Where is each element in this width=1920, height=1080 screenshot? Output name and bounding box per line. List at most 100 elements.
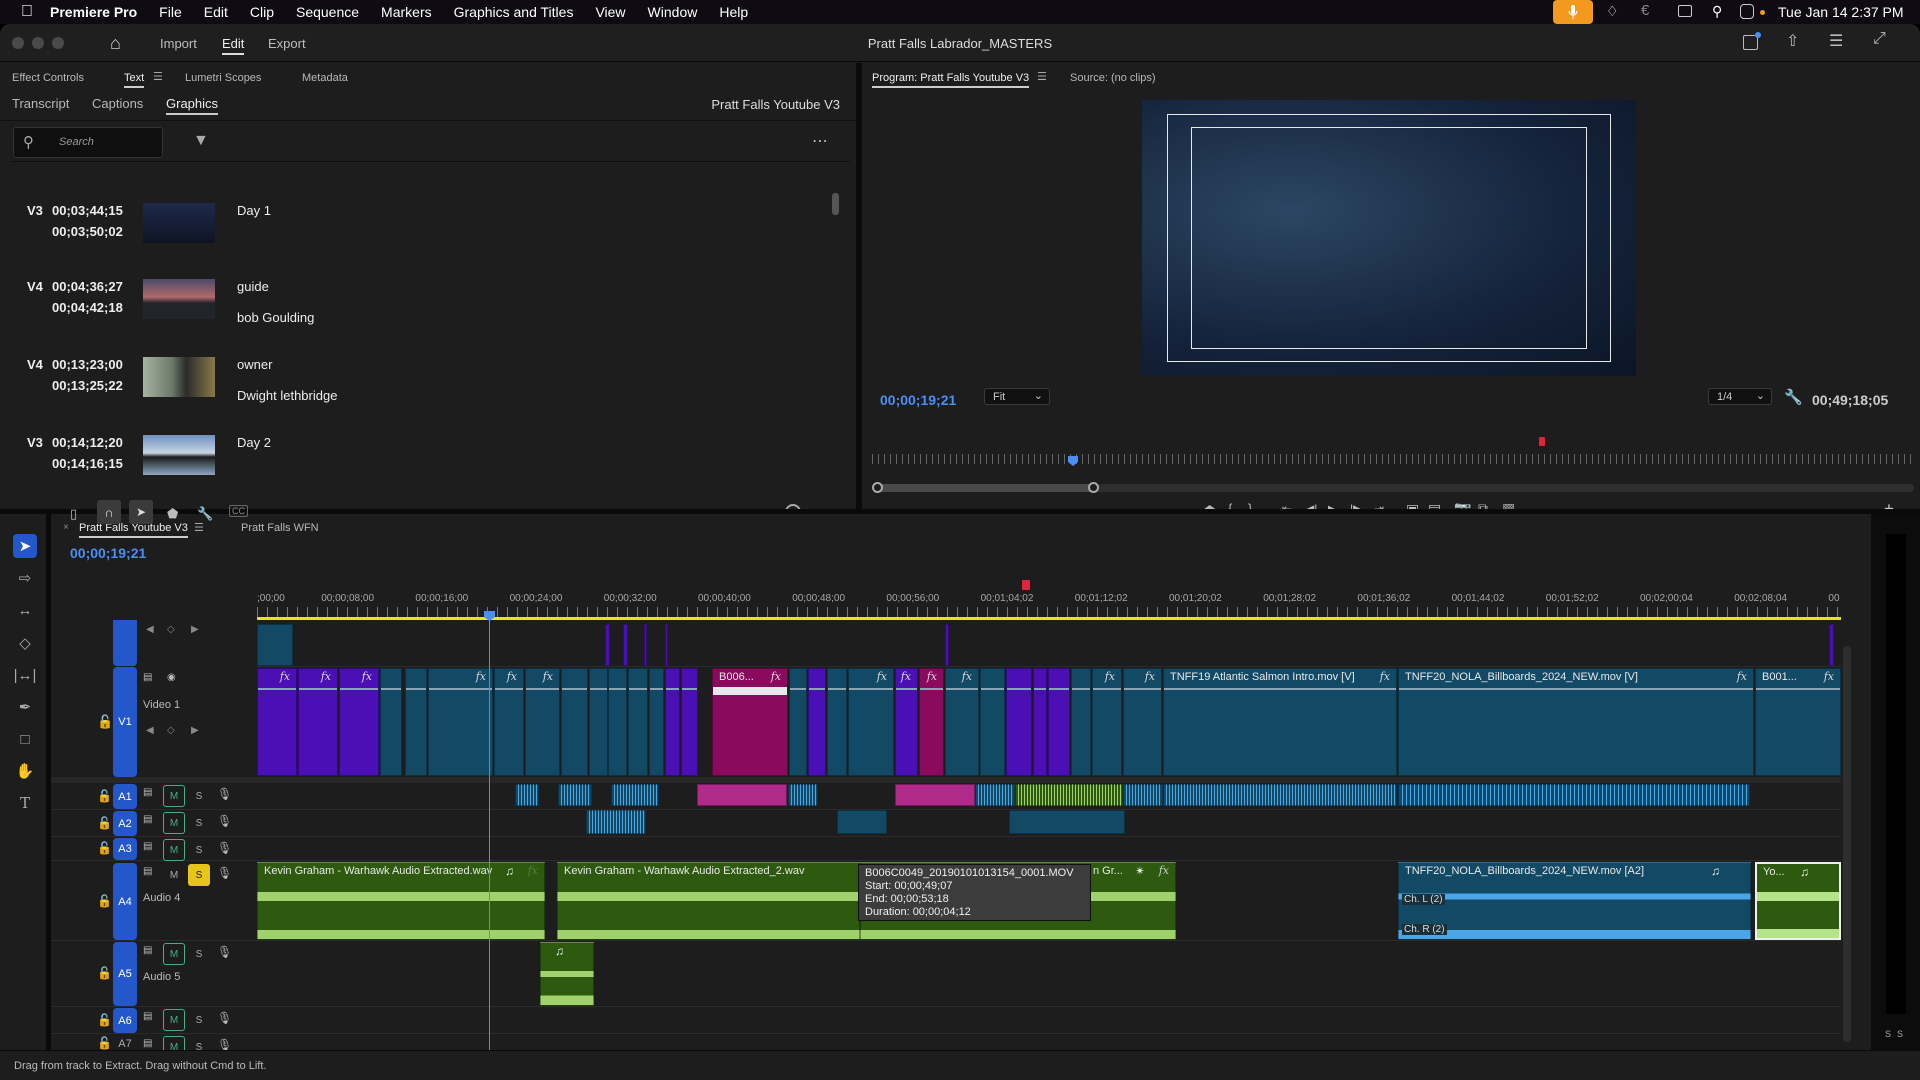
- lock-icon[interactable]: 🔓: [97, 841, 112, 855]
- graphic-item[interactable]: V3 00;03;44;15 00;03;50;02 Day 1: [0, 203, 850, 278]
- clip-v1[interactable]: [808, 668, 826, 776]
- clip-a1[interactable]: [1163, 784, 1397, 806]
- clip-v1[interactable]: [628, 668, 648, 776]
- clip-v1[interactable]: [380, 668, 402, 776]
- hand-tool-icon[interactable]: ✋: [13, 759, 37, 783]
- zoom-level-select[interactable]: Fit ⌄: [984, 388, 1050, 405]
- monitor-playhead[interactable]: [1068, 456, 1078, 466]
- monitor-zoom-scrollbar[interactable]: [872, 482, 1914, 493]
- share-icon[interactable]: ⇧: [1786, 31, 1799, 51]
- sync-lock-icon[interactable]: ▤: [143, 866, 152, 877]
- clip-v1[interactable]: fx: [428, 668, 493, 776]
- sync-lock-icon[interactable]: ▤: [143, 945, 152, 956]
- clip-a5[interactable]: ♫: [540, 942, 594, 1006]
- close-tab-icon[interactable]: ×: [63, 522, 69, 533]
- workspaces-icon[interactable]: ☰: [1829, 31, 1843, 51]
- menu-view[interactable]: View: [595, 4, 625, 20]
- track-select-tool-icon[interactable]: ⇨: [13, 566, 37, 590]
- apple-icon[interactable]: : [21, 3, 33, 21]
- lock-icon[interactable]: 🔓: [97, 966, 112, 980]
- track-target-a2[interactable]: A2: [113, 811, 137, 836]
- settings-wrench-icon[interactable]: 🔧: [1784, 388, 1803, 406]
- lock-icon[interactable]: 🔓: [97, 1013, 112, 1027]
- clip-v1[interactable]: [1071, 668, 1091, 776]
- menu-graphics-and-titles[interactable]: Graphics and Titles: [454, 4, 574, 20]
- clip-v1-b001[interactable]: B001... fx: [1755, 668, 1841, 776]
- timeline-current-timecode[interactable]: 00;00;19;21: [70, 545, 146, 561]
- resolution-select[interactable]: 1/4 ⌄: [1708, 388, 1772, 405]
- sync-lock-icon[interactable]: ▤: [143, 814, 152, 825]
- fullscreen-icon[interactable]: ⤢: [1873, 30, 1886, 48]
- mute-button[interactable]: M: [163, 812, 185, 834]
- add-keyframe-icon[interactable]: ◇: [167, 624, 175, 635]
- lock-icon[interactable]: 🔓: [97, 816, 112, 830]
- timeline-tab-wfn[interactable]: Pratt Falls WFN: [241, 522, 319, 534]
- clip-v1[interactable]: [827, 668, 847, 776]
- graphic-item[interactable]: V3 00;14;12;20 00;14;16;15 Day 2: [0, 435, 850, 510]
- sync-lock-icon[interactable]: ▤: [143, 1011, 152, 1022]
- slip-tool-icon[interactable]: |↔|: [13, 663, 37, 687]
- sync-lock-icon[interactable]: ▤: [143, 841, 152, 852]
- ripple-edit-tool-icon[interactable]: ↔: [13, 598, 37, 622]
- clip-v1[interactable]: fx: [945, 668, 979, 776]
- solo-button[interactable]: S: [188, 785, 210, 807]
- clip-v1[interactable]: fx: [1123, 668, 1162, 776]
- list-scrollbar[interactable]: [832, 193, 839, 215]
- program-current-timecode[interactable]: 00;00;19;21: [880, 392, 956, 408]
- track-target-a6[interactable]: A6: [113, 1008, 137, 1033]
- voiceover-record-icon[interactable]: 🎙: [217, 1011, 232, 1025]
- solo-button[interactable]: S: [188, 943, 210, 965]
- timeline-marker[interactable]: [1022, 580, 1030, 590]
- sync-lock-icon[interactable]: ▤: [143, 1038, 152, 1049]
- timeline-settings-wrench-icon[interactable]: 🔧: [197, 506, 213, 522]
- menu-markers[interactable]: Markers: [381, 4, 432, 20]
- clip-v1[interactable]: fx: [895, 668, 918, 776]
- meter-solo-right[interactable]: S: [1897, 1029, 1903, 1039]
- clip-a4-yo[interactable]: Yo... ♫: [1755, 862, 1841, 940]
- clip-v1[interactable]: fx: [339, 668, 379, 776]
- solo-button[interactable]: S: [188, 812, 210, 834]
- prev-keyframe-icon[interactable]: ◀: [146, 624, 154, 635]
- menu-sequence[interactable]: Sequence: [296, 4, 359, 20]
- more-options-icon[interactable]: ⋯: [812, 131, 829, 151]
- clip-v1-tnff19[interactable]: TNFF19 Atlantic Salmon Intro.mov [V] fx: [1163, 668, 1397, 776]
- panel-menu-icon[interactable]: ☰: [153, 70, 163, 83]
- menu-window[interactable]: Window: [648, 4, 698, 20]
- tab-source[interactable]: Source: (no clips): [1070, 72, 1156, 84]
- flame-icon[interactable]: ♢: [1606, 3, 1619, 20]
- clip-v1-tnff20[interactable]: TNFF20_NOLA_Billboards_2024_NEW.mov [V] …: [1398, 668, 1754, 776]
- search-icon[interactable]: ⚲: [1712, 3, 1722, 20]
- track-target-a3[interactable]: A3: [113, 838, 137, 860]
- clip-a1[interactable]: [788, 784, 818, 806]
- clip-v1[interactable]: fx: [298, 668, 338, 776]
- voiceover-record-icon[interactable]: 🎙: [217, 866, 232, 880]
- tab-program[interactable]: Program: Pratt Falls Youtube V3: [872, 72, 1030, 88]
- meter-solo-left[interactable]: S: [1885, 1029, 1891, 1039]
- lock-icon[interactable]: 🔓: [97, 789, 112, 803]
- clip-v2[interactable]: [257, 624, 293, 666]
- menu-help[interactable]: Help: [719, 4, 748, 20]
- tab-lumetri-scopes[interactable]: Lumetri Scopes: [185, 72, 261, 84]
- work-area-bar[interactable]: [257, 617, 1841, 620]
- type-tool-icon[interactable]: T: [13, 791, 37, 815]
- mute-button[interactable]: M: [163, 864, 185, 886]
- graphic-item[interactable]: V4 00;13;23;00 00;13;25;22 owner Dwight …: [0, 357, 850, 432]
- clip-a2[interactable]: [1009, 810, 1125, 834]
- captions-cc-icon[interactable]: CC: [229, 505, 248, 517]
- sync-lock-icon[interactable]: ▤: [143, 787, 152, 798]
- clip-v2[interactable]: [644, 624, 647, 666]
- clip-v2[interactable]: [605, 624, 610, 666]
- track-target-v1[interactable]: V1: [113, 667, 137, 777]
- tab-graphics[interactable]: Graphics: [166, 96, 219, 115]
- linked-selection-icon[interactable]: ➤: [129, 500, 153, 524]
- next-keyframe-icon[interactable]: ▶: [191, 624, 199, 635]
- solo-button[interactable]: S: [188, 1009, 210, 1031]
- clip-v1[interactable]: [589, 668, 608, 776]
- clip-a4-kevin-graham[interactable]: Kevin Graham - Warhawk Audio Extracted.w…: [257, 862, 545, 940]
- sync-lock-icon[interactable]: ▤: [143, 672, 152, 683]
- voiceover-record-icon[interactable]: 🎙: [217, 945, 232, 959]
- clip-a4-kevin-graham-2[interactable]: Kevin Graham - Warhawk Audio Extracted_2…: [557, 862, 860, 940]
- clip-v1[interactable]: [789, 668, 807, 776]
- clip-a2[interactable]: [586, 810, 646, 834]
- clip-a1[interactable]: [1015, 784, 1123, 806]
